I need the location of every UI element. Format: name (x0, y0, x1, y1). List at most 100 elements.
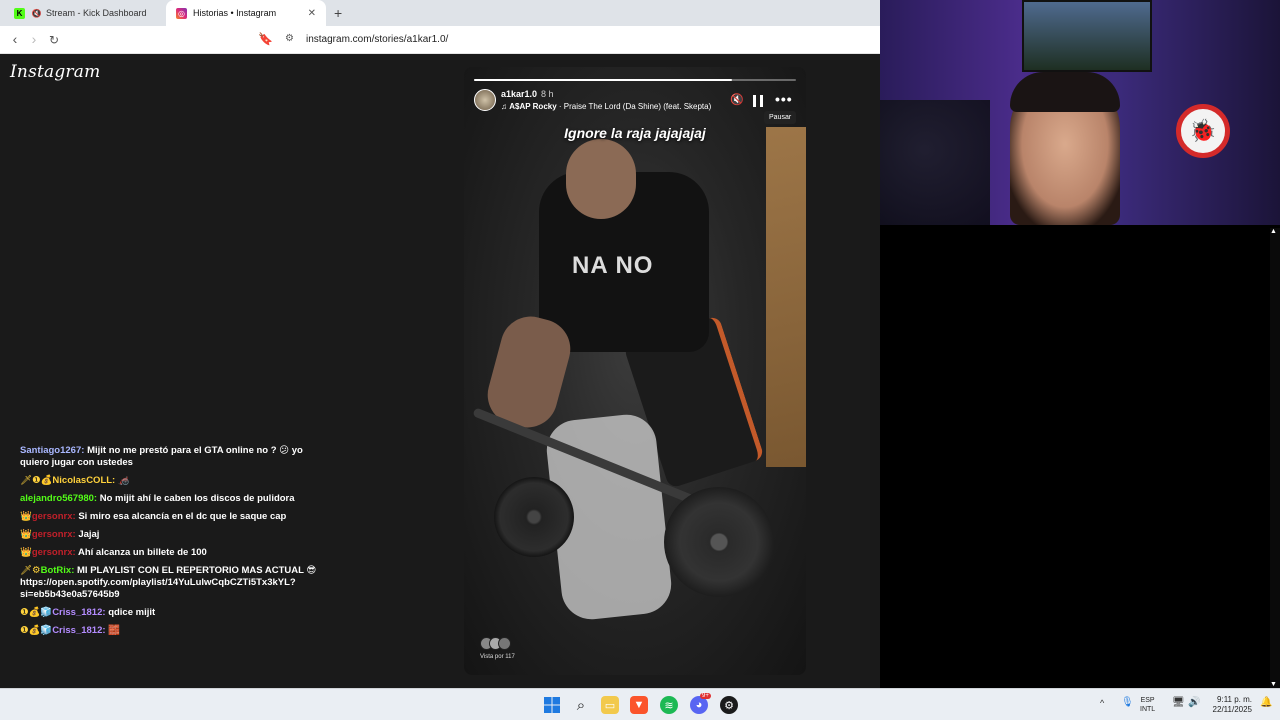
file-explorer-icon[interactable]: ▭ (601, 696, 619, 714)
volume-icon[interactable]: 🔊 (1188, 697, 1200, 708)
pause-button[interactable] (753, 95, 763, 107)
chat-username[interactable]: gersonrx: (32, 547, 76, 558)
empty-area (880, 225, 1280, 688)
story-photo-plate (664, 487, 774, 597)
chat-username[interactable]: NicolasCOLL: (52, 475, 115, 486)
story-username[interactable]: a1kar1.0 (501, 89, 537, 99)
chat-message: 🗡❶💰NicolasCOLL: 🦽 (20, 475, 320, 487)
tab-label: Historias • Instagram (193, 8, 277, 18)
chat-badges: 👑 (20, 511, 32, 522)
chat-message: 👑gersonrx: Jajaj (20, 529, 320, 541)
chat-text: 🧱 (108, 625, 121, 636)
chat-message: alejandro567980: No mijit ahí le caben l… (20, 493, 320, 505)
steam-icon[interactable]: ⚙ (720, 696, 738, 714)
story-music[interactable]: ♫ A$AP Rocky · Praise The Lord (Da Shine… (501, 102, 711, 111)
network-icon[interactable]: 🖥 (1172, 697, 1185, 708)
chat-username[interactable]: BotRix: (41, 565, 75, 576)
scroll-down-icon[interactable]: ▼ (1270, 681, 1277, 688)
story-viewer[interactable]: NA NO a1kar1.0 8 h ♫ A$AP Rocky · Praise… (464, 67, 806, 675)
chat-username[interactable]: Criss_1812: (52, 607, 105, 618)
back-icon[interactable]: ‹ (6, 31, 24, 47)
story-caption: Ignore la raja jajajajaj (564, 125, 706, 141)
story-progress-fill (474, 79, 732, 81)
pause-icon (753, 95, 756, 107)
chat-badges: 👑 (20, 547, 32, 558)
chat-username[interactable]: Santiago1267: (20, 445, 84, 456)
notifications-icon[interactable]: 🔔 (1260, 697, 1272, 708)
music-artist: A$AP Rocky (509, 102, 557, 111)
screen: K 🔇 Stream - Kick Dashboard ◎ Historias … (0, 0, 1280, 720)
chat-text: Si miro esa alcancía en el dc que le saq… (78, 511, 287, 522)
story-photo-shirt-print: NA NO (572, 252, 654, 279)
input-language[interactable]: ESP INTL (1140, 696, 1155, 714)
muted-speaker-icon[interactable]: 🔇 (730, 93, 744, 107)
reload-icon[interactable]: ↻ (45, 33, 63, 47)
webcam-drumkit (880, 100, 990, 225)
url-field[interactable]: instagram.com/stories/a1kar1.0/ (306, 34, 448, 45)
story-photo-wall (766, 127, 806, 467)
chat-username[interactable]: alejandro567980: (20, 493, 97, 504)
no-bug-sign-icon: 🐞 (1176, 104, 1230, 158)
stream-chat-overlay: Santiago1267: Mijit no me prestó para el… (20, 445, 320, 643)
language-code: ESP (1140, 697, 1155, 704)
chat-message: ❶💰🧊Criss_1812: 🧱 (20, 625, 320, 637)
system-clock[interactable]: 9:11 p. m. 22/11/2025 (1206, 695, 1252, 715)
chat-badges: 🗡❶💰 (20, 475, 53, 486)
tab-label: Stream - Kick Dashboard (46, 8, 147, 18)
story-time-ago: 8 h (541, 89, 554, 99)
scroll-up-icon[interactable]: ▲ (1270, 228, 1277, 235)
chat-username[interactable]: Criss_1812: (52, 625, 105, 636)
chat-text: No mijit ahí le caben los discos de puli… (99, 493, 295, 504)
chat-message: 👑gersonrx: Si miro esa alcancía en el dc… (20, 511, 320, 523)
forward-icon[interactable]: › (25, 31, 43, 47)
story-view-count[interactable]: Vista por 117 (480, 654, 515, 660)
bookmark-icon[interactable]: 🔖 (258, 32, 273, 46)
page-scrollbar[interactable]: ▲ ▼ (1270, 228, 1280, 688)
instagram-icon: ◎ (176, 7, 187, 19)
chat-badges: 🗡⚙ (20, 565, 41, 576)
instagram-logo[interactable]: Instagram (10, 62, 100, 82)
music-separator: · (556, 102, 564, 111)
viewer-avatars[interactable] (480, 637, 516, 651)
spotify-icon[interactable]: ≋ (660, 696, 678, 714)
more-options-icon[interactable]: ••• (775, 91, 793, 107)
tab-instagram-stories[interactable]: ◎ Historias • Instagram ✕ (166, 0, 326, 26)
chat-badges: ❶💰🧊 (20, 625, 53, 636)
new-tab-button[interactable]: + (334, 5, 342, 21)
microphone-icon[interactable]: 🎙 (1121, 697, 1134, 708)
chat-badges: ❶💰🧊 (20, 607, 53, 618)
music-note-icon: ♫ (501, 102, 510, 111)
search-icon[interactable]: ⌕ (572, 696, 590, 714)
story-photo-head (566, 139, 636, 219)
browser-tabbar: K 🔇 Stream - Kick Dashboard ◎ Historias … (0, 0, 880, 26)
game-capture-thumbnail (1022, 0, 1152, 72)
chat-text: Jajaj (78, 529, 100, 540)
close-tab-icon[interactable]: ✕ (308, 8, 316, 19)
music-title: Praise The Lord (Da Shine) (feat. Skepta… (563, 102, 712, 111)
story-progress-bar (474, 79, 796, 81)
story-photo-plate (494, 477, 574, 557)
brave-icon[interactable]: ▼ (630, 696, 648, 714)
avatar (498, 637, 511, 650)
streamer-hair (1010, 72, 1120, 112)
mute-tab-icon[interactable]: 🔇 (31, 8, 42, 19)
webcam-overlay: 🐞 (880, 0, 1280, 225)
tray-chevron-up-icon[interactable]: ^ (1100, 698, 1104, 708)
avatar[interactable] (474, 89, 496, 111)
pause-tooltip: Pausar (764, 111, 797, 124)
tab-kick-dashboard[interactable]: K 🔇 Stream - Kick Dashboard (4, 0, 166, 26)
clock-date: 22/11/2025 (1212, 705, 1252, 714)
chat-username[interactable]: gersonrx: (32, 529, 76, 540)
kick-icon: K (14, 7, 25, 19)
browser-addressbar: ‹ › ↻ 🔖 ⚙ instagram.com/stories/a1kar1.0… (0, 26, 880, 54)
discord-badge: 9+ (700, 693, 711, 699)
windows-start-icon[interactable] (543, 696, 561, 714)
chat-username[interactable]: gersonrx: (32, 511, 76, 522)
chat-badges: 👑 (20, 529, 32, 540)
chat-text: Ahí alcanza un billete de 100 (77, 547, 207, 558)
site-info-icon[interactable]: ⚙ (285, 33, 294, 44)
clock-time: 9:11 p. m. (1217, 695, 1252, 704)
chat-text: qdice mijit (108, 607, 156, 618)
chat-message: 🗡⚙BotRix: MI PLAYLIST CON EL REPERTORIO … (20, 565, 320, 601)
chat-message: ❶💰🧊Criss_1812: qdice mijit (20, 607, 320, 619)
